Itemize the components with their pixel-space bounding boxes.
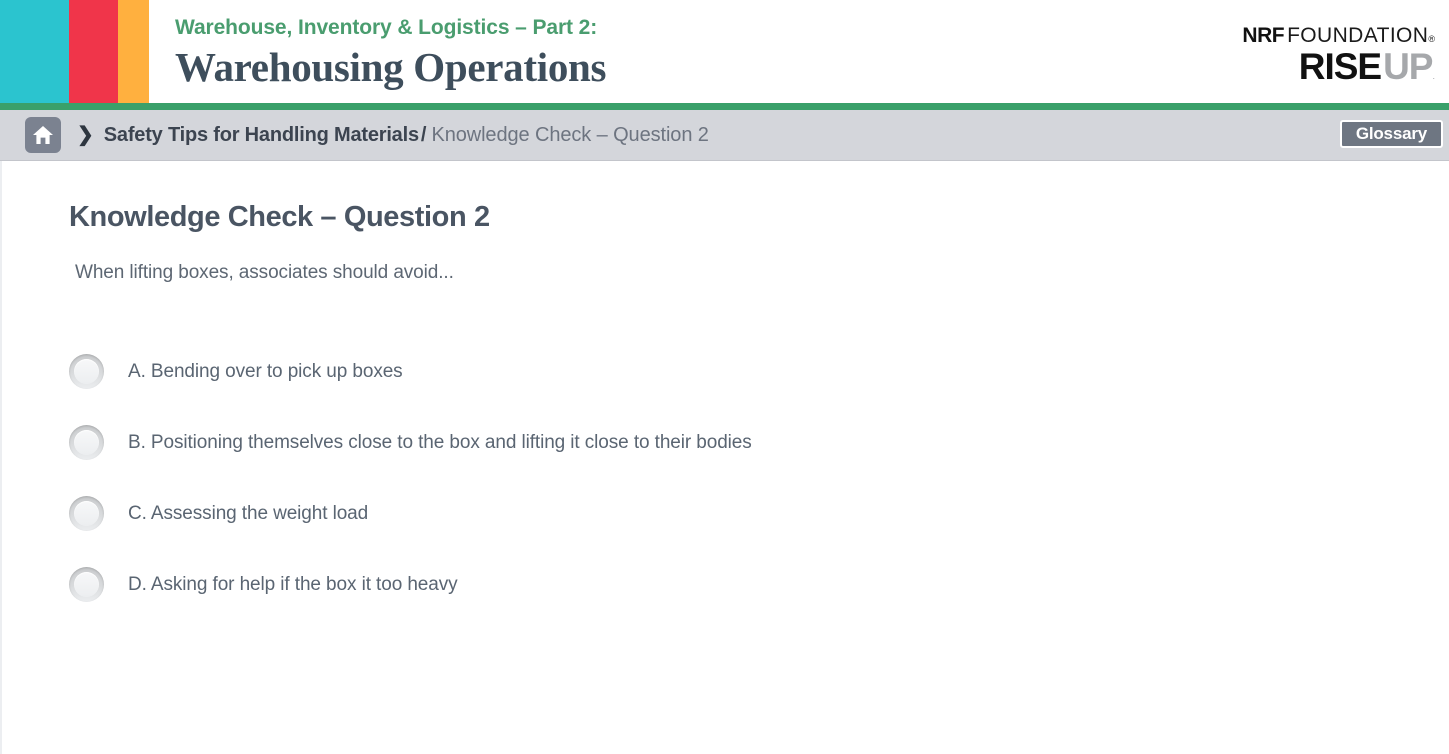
answer-option-c-label: C. Assessing the weight load — [128, 502, 369, 524]
radio-button-c[interactable] — [69, 496, 104, 531]
radio-button-b[interactable] — [69, 425, 104, 460]
logo-nrf-text: NRF — [1242, 23, 1285, 47]
registered-mark-icon: ® — [1428, 33, 1435, 44]
nrf-rise-up-logo: NRF FOUNDATION ® RISE UP . — [1242, 0, 1449, 103]
radio-button-d[interactable] — [69, 567, 104, 602]
color-bar-red — [69, 0, 118, 103]
answer-option-c[interactable]: C. Assessing the weight load — [69, 478, 1449, 549]
logo-line-foundation: NRF FOUNDATION ® — [1242, 25, 1435, 46]
breadcrumb-current-page: Knowledge Check – Question 2 — [431, 123, 709, 146]
course-eyebrow-title: Warehouse, Inventory & Logistics – Part … — [175, 16, 598, 40]
answer-option-a[interactable]: A. Bending over to pick up boxes — [69, 336, 1449, 407]
page-title: Knowledge Check – Question 2 — [69, 201, 490, 233]
answer-options-list: A. Bending over to pick up boxes B. Posi… — [69, 336, 1449, 620]
logo-rise-text: RISE — [1298, 45, 1382, 87]
color-bar-orange — [118, 0, 149, 103]
answer-option-b[interactable]: B. Positioning themselves close to the b… — [69, 407, 1449, 478]
trademark-mark-icon: . — [1432, 70, 1435, 81]
breadcrumb-parent-link[interactable]: Safety Tips for Handling Materials — [104, 124, 419, 147]
answer-option-d[interactable]: D. Asking for help if the box it too hea… — [69, 549, 1449, 620]
header-green-divider — [0, 103, 1449, 110]
logo-line-riseup: RISE UP . — [1299, 48, 1435, 85]
answer-option-a-label: A. Bending over to pick up boxes — [128, 360, 403, 382]
logo-foundation-text: FOUNDATION — [1287, 23, 1429, 47]
breadcrumb-separator: / — [420, 123, 427, 146]
logo-up-text: UP — [1383, 45, 1433, 87]
radio-button-a[interactable] — [69, 354, 104, 389]
question-prompt: When lifting boxes, associates should av… — [75, 262, 454, 283]
main-content: Knowledge Check – Question 2 When liftin… — [0, 161, 1449, 754]
course-main-title: Warehousing Operations — [175, 43, 607, 90]
glossary-button[interactable]: Glossary — [1339, 120, 1443, 148]
color-bar-teal — [0, 0, 69, 103]
home-icon[interactable] — [25, 117, 61, 153]
breadcrumb: ❯ Safety Tips for Handling Materials / K… — [0, 110, 1449, 161]
brand-color-bars — [0, 0, 149, 103]
answer-option-d-label: D. Asking for help if the box it too hea… — [128, 573, 458, 595]
breadcrumb-chevron-icon: ❯ — [77, 124, 94, 146]
course-page: Warehouse, Inventory & Logistics – Part … — [0, 0, 1449, 754]
answer-option-b-label: B. Positioning themselves close to the b… — [128, 431, 752, 453]
course-header: Warehouse, Inventory & Logistics – Part … — [0, 0, 1449, 103]
header-title-block: Warehouse, Inventory & Logistics – Part … — [149, 0, 1242, 103]
